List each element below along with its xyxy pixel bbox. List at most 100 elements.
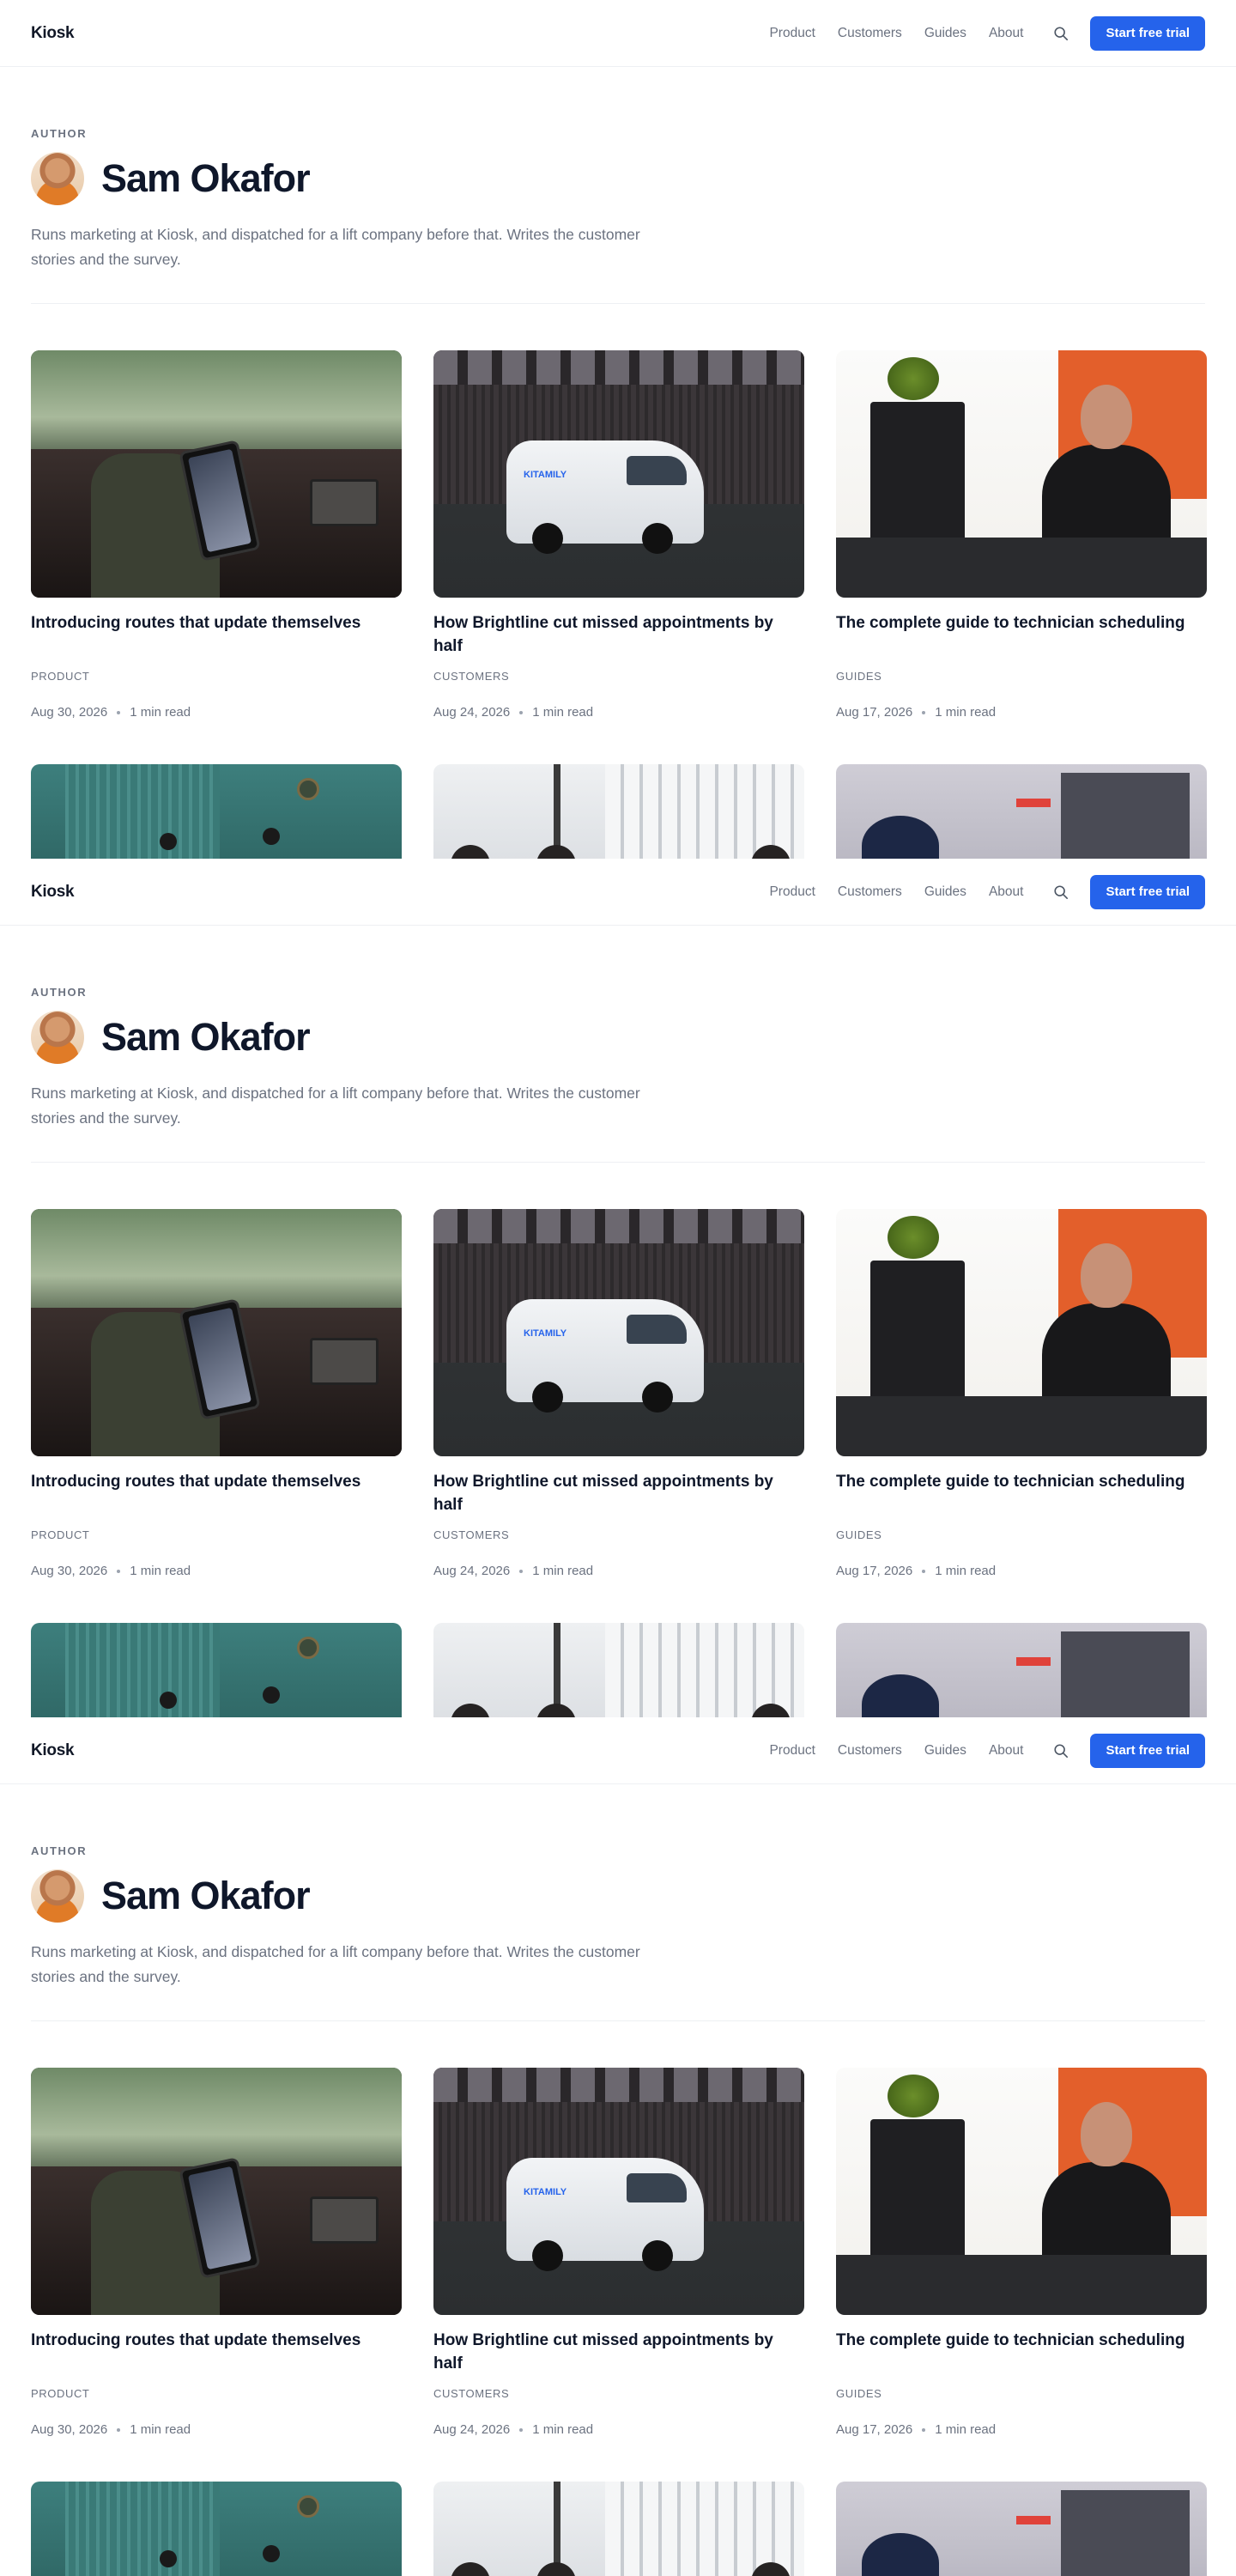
post-title[interactable]: The complete guide to technician schedul… bbox=[836, 611, 1207, 658]
post-image[interactable] bbox=[836, 1209, 1207, 1456]
author-section: AUTHOR Sam Okafor Runs marketing at Kios… bbox=[0, 1784, 1236, 2020]
post-card[interactable]: Introducing routes that update themselve… bbox=[31, 2068, 402, 2437]
post-image[interactable] bbox=[31, 764, 402, 859]
site-header: Kiosk Product Customers Guides About Sta… bbox=[0, 859, 1236, 926]
nav-link-customers[interactable]: Customers bbox=[838, 26, 902, 41]
post-date: Aug 30, 2026 bbox=[31, 1564, 108, 1578]
post-grid: Introducing routes that update themselve… bbox=[0, 304, 1236, 720]
van-logo: KITAMILY bbox=[524, 470, 567, 480]
start-free-trial-button[interactable]: Start free trial bbox=[1090, 874, 1205, 909]
post-card[interactable]: The complete guide to technician schedul… bbox=[836, 1209, 1207, 1578]
post-card[interactable]: KITAMILY How Brightline cut missed appoi… bbox=[433, 1209, 804, 1578]
nav-link-product[interactable]: Product bbox=[769, 884, 815, 900]
nav-link-about[interactable]: About bbox=[989, 884, 1024, 900]
post-date: Aug 30, 2026 bbox=[31, 705, 108, 720]
post-title[interactable]: Introducing routes that update themselve… bbox=[31, 2329, 402, 2375]
post-title[interactable]: The complete guide to technician schedul… bbox=[836, 1470, 1207, 1516]
post-category: CUSTOMERS bbox=[433, 670, 510, 683]
post-image[interactable] bbox=[433, 2482, 804, 2576]
post-read-time: 1 min read bbox=[532, 705, 594, 720]
author-bio: Runs marketing at Kiosk, and dispatched … bbox=[31, 1084, 640, 1127]
van-logo: KITAMILY bbox=[524, 1328, 567, 1339]
post-title[interactable]: How Brightline cut missed appointments b… bbox=[433, 1470, 804, 1516]
post-image[interactable] bbox=[31, 350, 402, 598]
post-title[interactable]: Introducing routes that update themselve… bbox=[31, 1470, 402, 1516]
post-read-time: 1 min read bbox=[532, 1564, 594, 1578]
post-image[interactable]: KITAMILY bbox=[433, 350, 804, 598]
post-read-time: 1 min read bbox=[935, 1564, 997, 1578]
post-meta: Aug 17, 2026 1 min read bbox=[836, 705, 1207, 720]
post-image[interactable]: KITAMILY bbox=[433, 2068, 804, 2315]
main-nav: Product Customers Guides About Start fre… bbox=[747, 1733, 1205, 1768]
author-eyebrow: AUTHOR bbox=[31, 127, 88, 140]
post-card[interactable]: KITAMILY How Brightline cut missed appoi… bbox=[433, 350, 804, 720]
search-icon[interactable] bbox=[1052, 25, 1069, 42]
post-meta: Aug 30, 2026 1 min read bbox=[31, 1564, 402, 1578]
nav-link-product[interactable]: Product bbox=[769, 1743, 815, 1759]
site-logo[interactable]: Kiosk bbox=[31, 883, 75, 902]
post-title[interactable]: Introducing routes that update themselve… bbox=[31, 611, 402, 658]
post-image[interactable] bbox=[31, 2068, 402, 2315]
separator-dot bbox=[117, 2427, 121, 2432]
site-logo[interactable]: Kiosk bbox=[31, 1741, 75, 1760]
avatar bbox=[31, 1011, 84, 1064]
post-card[interactable]: The complete guide to technician schedul… bbox=[836, 350, 1207, 720]
post-image[interactable] bbox=[31, 1623, 402, 1717]
nav-link-about[interactable]: About bbox=[989, 26, 1024, 41]
post-meta: Aug 24, 2026 1 min read bbox=[433, 1564, 804, 1578]
post-image[interactable] bbox=[836, 350, 1207, 598]
search-icon[interactable] bbox=[1052, 1742, 1069, 1759]
nav-link-guides[interactable]: Guides bbox=[924, 26, 966, 41]
author-eyebrow: AUTHOR bbox=[31, 986, 88, 999]
author-heading: Sam Okafor bbox=[31, 1011, 1205, 1064]
main-nav: Product Customers Guides About Start fre… bbox=[747, 874, 1205, 909]
separator-dot bbox=[922, 710, 926, 714]
separator-dot bbox=[519, 2427, 524, 2432]
start-free-trial-button[interactable]: Start free trial bbox=[1090, 15, 1205, 51]
post-card[interactable]: KITAMILY How Brightline cut missed appoi… bbox=[433, 2068, 804, 2437]
post-category: PRODUCT bbox=[31, 2387, 90, 2400]
nav-link-customers[interactable]: Customers bbox=[838, 1743, 902, 1759]
post-read-time: 1 min read bbox=[130, 2422, 191, 2437]
author-name: Sam Okafor bbox=[101, 1015, 311, 1059]
post-image[interactable] bbox=[836, 1623, 1207, 1717]
start-free-trial-button[interactable]: Start free trial bbox=[1090, 1733, 1205, 1768]
author-name: Sam Okafor bbox=[101, 1874, 311, 1917]
nav-link-product[interactable]: Product bbox=[769, 26, 815, 41]
post-image[interactable]: KITAMILY bbox=[433, 1209, 804, 1456]
post-grid-row-2 bbox=[0, 1578, 1236, 1717]
post-image[interactable] bbox=[31, 2482, 402, 2576]
separator-dot bbox=[922, 1569, 926, 1573]
post-card[interactable]: The complete guide to technician schedul… bbox=[836, 2068, 1207, 2437]
search-icon[interactable] bbox=[1052, 884, 1069, 901]
post-image[interactable] bbox=[433, 1623, 804, 1717]
nav-link-guides[interactable]: Guides bbox=[924, 1743, 966, 1759]
post-grid: Introducing routes that update themselve… bbox=[0, 2021, 1236, 2437]
post-card[interactable]: Introducing routes that update themselve… bbox=[31, 1209, 402, 1578]
nav-link-about[interactable]: About bbox=[989, 1743, 1024, 1759]
post-read-time: 1 min read bbox=[532, 2422, 594, 2437]
author-heading: Sam Okafor bbox=[31, 1869, 1205, 1923]
nav-link-customers[interactable]: Customers bbox=[838, 884, 902, 900]
post-title[interactable]: How Brightline cut missed appointments b… bbox=[433, 2329, 804, 2375]
post-image[interactable] bbox=[836, 2482, 1207, 2576]
post-image[interactable] bbox=[836, 764, 1207, 859]
page-frame: Kiosk Product Customers Guides About Sta… bbox=[0, 1717, 1236, 2576]
site-logo[interactable]: Kiosk bbox=[31, 24, 75, 43]
post-image[interactable] bbox=[433, 764, 804, 859]
post-meta: Aug 24, 2026 1 min read bbox=[433, 2422, 804, 2437]
post-date: Aug 24, 2026 bbox=[433, 705, 511, 720]
post-title[interactable]: The complete guide to technician schedul… bbox=[836, 2329, 1207, 2375]
nav-link-guides[interactable]: Guides bbox=[924, 884, 966, 900]
post-card[interactable]: Introducing routes that update themselve… bbox=[31, 350, 402, 720]
post-grid-row-2 bbox=[0, 720, 1236, 859]
post-image[interactable] bbox=[31, 1209, 402, 1456]
author-eyebrow: AUTHOR bbox=[31, 1844, 88, 1857]
site-header: Kiosk Product Customers Guides About Sta… bbox=[0, 1717, 1236, 1784]
author-name: Sam Okafor bbox=[101, 156, 311, 200]
post-read-time: 1 min read bbox=[130, 1564, 191, 1578]
post-image[interactable] bbox=[836, 2068, 1207, 2315]
author-section: AUTHOR Sam Okafor Runs marketing at Kios… bbox=[0, 67, 1236, 303]
post-title[interactable]: How Brightline cut missed appointments b… bbox=[433, 611, 804, 658]
site-header: Kiosk Product Customers Guides About Sta… bbox=[0, 0, 1236, 67]
